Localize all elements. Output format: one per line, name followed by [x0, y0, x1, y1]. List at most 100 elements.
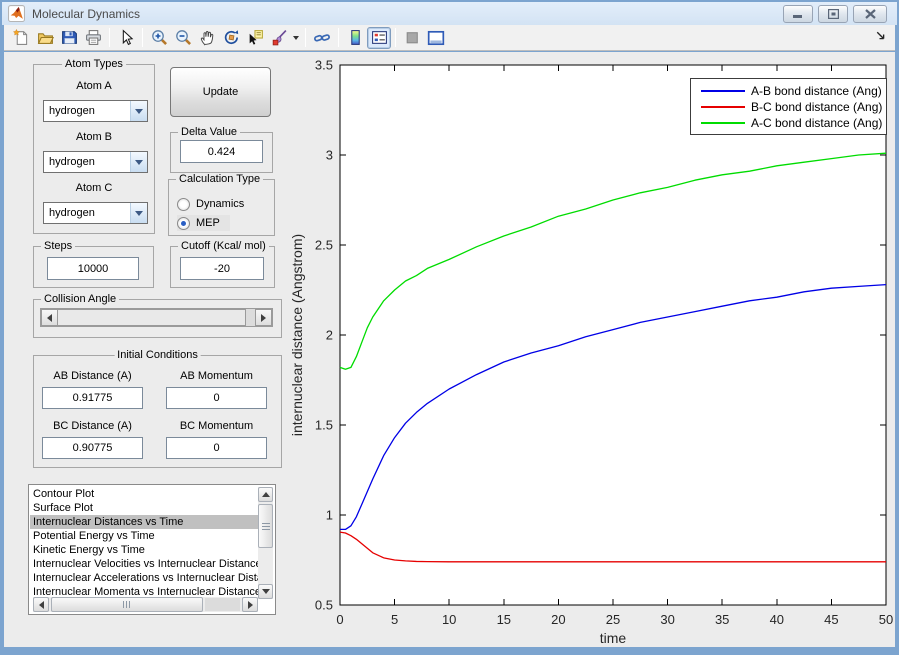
steps-field[interactable]: 10000: [47, 257, 139, 280]
collision-angle-slider[interactable]: [40, 308, 273, 327]
atom-c-dropdown-button[interactable]: [130, 203, 147, 223]
cutoff-field[interactable]: -20: [180, 257, 264, 280]
zoom-out-icon: [175, 30, 191, 45]
svg-text:25: 25: [606, 612, 620, 627]
arrow-left-icon: [35, 600, 44, 609]
vertical-scroll-thumb[interactable]: [258, 504, 273, 548]
brush-icon: [272, 30, 286, 46]
initial-conditions-title: Initial Conditions: [114, 349, 201, 362]
atom-a-dropdown-button[interactable]: [130, 101, 147, 121]
bc-momentum-field[interactable]: 0: [166, 437, 267, 459]
plot-type-listbox[interactable]: Contour Plot Surface Plot Internuclear D…: [28, 484, 276, 615]
horizontal-scroll-thumb[interactable]: [51, 597, 203, 612]
legend-line-red: [701, 106, 745, 108]
delta-value-field[interactable]: 0.424: [180, 140, 263, 163]
bc-distance-field[interactable]: 0.90775: [42, 437, 143, 459]
update-button[interactable]: Update: [170, 67, 271, 117]
dock-figure-button[interactable]: [875, 29, 887, 47]
svg-text:10: 10: [442, 612, 456, 627]
mep-radio-label: MEP: [196, 217, 220, 229]
slider-thumb[interactable]: [58, 309, 246, 326]
insert-colorbar-button[interactable]: [343, 27, 367, 49]
data-cursor-button[interactable]: [243, 27, 267, 49]
horizontal-scrollbar[interactable]: [33, 597, 258, 612]
legend-label: B-C bond distance (Ang): [751, 100, 883, 114]
ab-distance-field[interactable]: 0.91775: [42, 387, 143, 409]
scroll-left-button[interactable]: [33, 597, 49, 612]
dock-window-icon: [427, 30, 445, 45]
minimize-button[interactable]: [783, 5, 813, 23]
list-item[interactable]: Internuclear Velocities vs Internuclear …: [30, 557, 258, 571]
link-plot-button[interactable]: [310, 27, 334, 49]
svg-text:3.5: 3.5: [315, 58, 333, 73]
pan-button[interactable]: [195, 27, 219, 49]
save-figure-button[interactable]: [57, 27, 81, 49]
scroll-right-button[interactable]: [242, 597, 258, 612]
ab-momentum-field[interactable]: 0: [166, 387, 267, 409]
matlab-logo-icon: [8, 5, 25, 22]
toolbar-separator: [395, 28, 396, 47]
slider-left-arrow[interactable]: [41, 309, 58, 326]
list-item[interactable]: Contour Plot: [30, 487, 258, 501]
close-button[interactable]: [853, 5, 887, 23]
save-icon: [61, 31, 77, 44]
list-item[interactable]: Kinetic Energy vs Time: [30, 543, 258, 557]
scroll-down-button[interactable]: [258, 584, 273, 599]
list-item-selected[interactable]: Internuclear Distances vs Time: [30, 515, 258, 529]
pan-hand-icon: [200, 31, 213, 46]
rotate-3d-button[interactable]: [219, 27, 243, 49]
svg-text:50: 50: [879, 612, 893, 627]
mep-radio-row[interactable]: MEP: [177, 215, 230, 231]
plot-axes[interactable]: 0 5 10 15 20 25 30 35 40 45 50 0.5 1 1.5 2 2.5 3 3.5 time i…: [280, 55, 895, 655]
svg-text:time: time: [600, 630, 627, 646]
bc-distance-label: BC Distance (A): [53, 420, 132, 432]
slider-right-arrow[interactable]: [255, 309, 272, 326]
new-figure-button[interactable]: [9, 27, 33, 49]
hide-plot-tools-button[interactable]: [400, 27, 424, 49]
brush-data-button[interactable]: [267, 27, 291, 49]
horizontal-scroll-track[interactable]: [205, 598, 240, 611]
atom-c-dropdown[interactable]: hydrogen: [43, 202, 148, 224]
plot-legend[interactable]: A-B bond distance (Ang) B-C bond distanc…: [690, 78, 887, 135]
bc-momentum-label: BC Momentum: [179, 420, 254, 432]
zoom-in-button[interactable]: [147, 27, 171, 49]
steps-title: Steps: [41, 240, 76, 253]
radio-unselected-icon[interactable]: [177, 197, 190, 211]
restore-button[interactable]: [818, 5, 848, 23]
atom-b-dropdown-button[interactable]: [130, 152, 147, 172]
atom-b-dropdown[interactable]: hydrogen: [43, 151, 148, 173]
radio-selected-icon[interactable]: [177, 216, 190, 230]
vertical-scrollbar[interactable]: [258, 487, 273, 599]
atom-c-value: hydrogen: [49, 207, 95, 219]
window-title: Molecular Dynamics: [32, 6, 141, 21]
list-item[interactable]: Surface Plot: [30, 501, 258, 515]
atom-a-dropdown[interactable]: hydrogen: [43, 100, 148, 122]
zoom-out-button[interactable]: [171, 27, 195, 49]
toolbar-separator: [109, 28, 110, 47]
insert-legend-button[interactable]: [367, 26, 391, 49]
chevron-down-icon: [135, 160, 143, 169]
svg-text:3: 3: [326, 148, 333, 163]
print-figure-button[interactable]: [81, 27, 105, 49]
atom-b-label: Atom B: [75, 131, 113, 143]
list-item[interactable]: Potential Energy vs Time: [30, 529, 258, 543]
figure-toolbar: [4, 25, 895, 51]
arrow-cursor-icon: [122, 29, 133, 46]
scroll-grip-icon: [123, 601, 131, 608]
data-cursor-icon: [249, 30, 263, 45]
list-item[interactable]: Internuclear Accelerations vs Internucle…: [30, 571, 258, 585]
legend-entry: A-C bond distance (Ang): [691, 115, 886, 131]
brush-dropdown-button[interactable]: [291, 27, 301, 49]
legend-line-green: [701, 122, 745, 124]
dynamics-radio-row[interactable]: Dynamics: [177, 196, 244, 212]
app-window: Molecular Dynamics Atom Types Atom A hyd…: [0, 0, 899, 655]
svg-text:35: 35: [715, 612, 729, 627]
open-file-button[interactable]: [33, 27, 57, 49]
scroll-up-button[interactable]: [258, 487, 273, 502]
show-plot-tools-dock-button[interactable]: [424, 27, 448, 49]
ab-distance-label: AB Distance (A): [53, 370, 132, 382]
arrow-cursor-button[interactable]: [114, 27, 138, 49]
slider-track[interactable]: [246, 309, 255, 326]
chevron-down-icon: [293, 36, 299, 43]
legend-label: A-B bond distance (Ang): [751, 84, 882, 98]
